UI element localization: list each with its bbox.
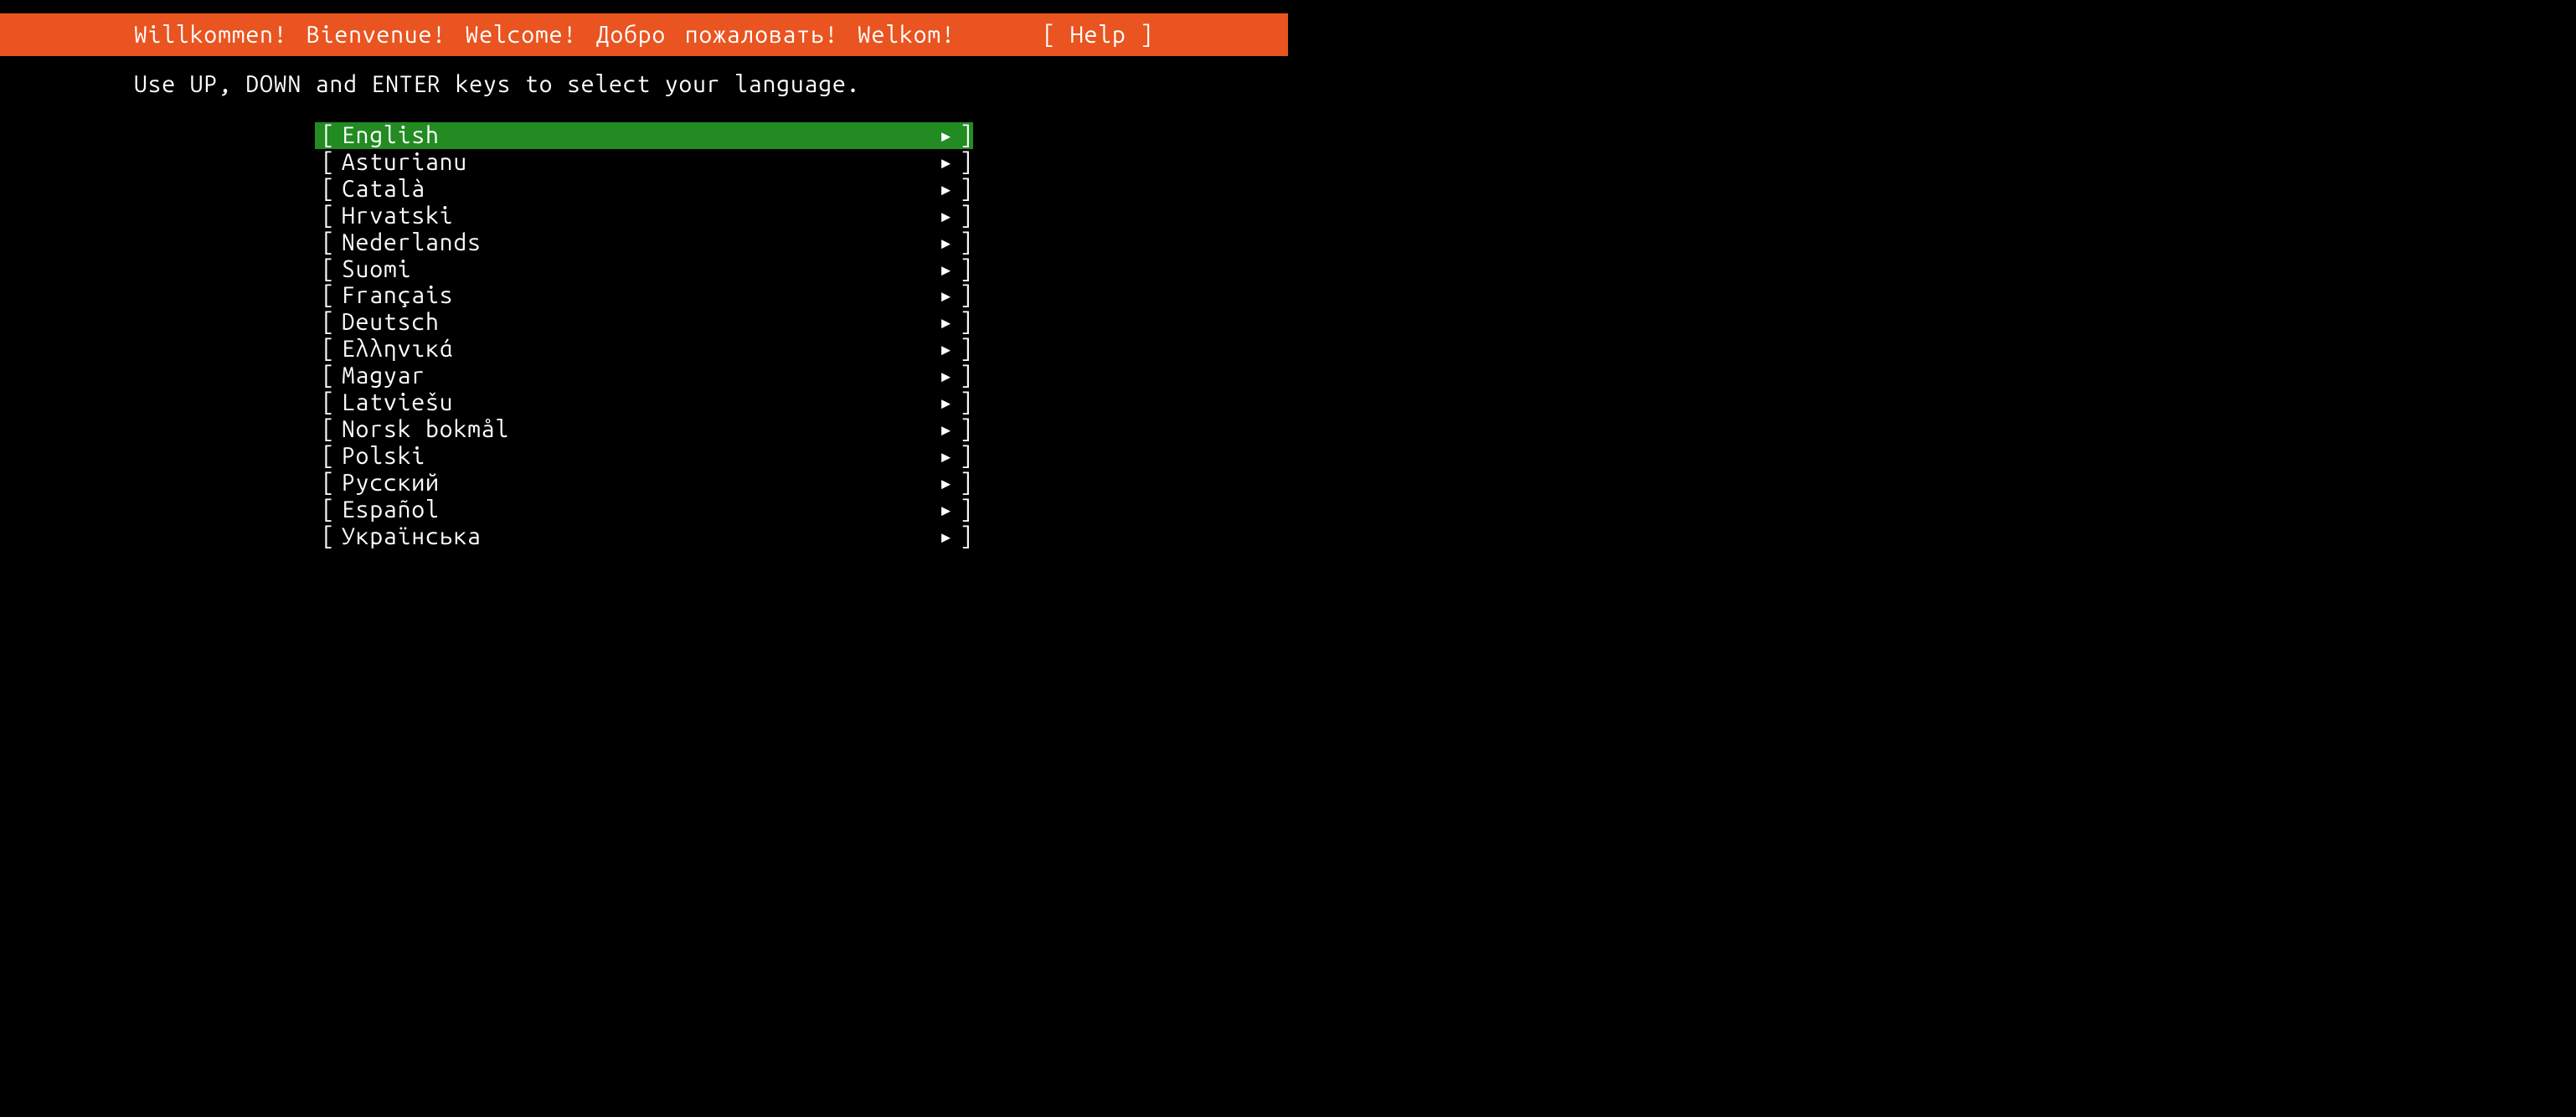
main-content: Use UP, DOWN and ENTER keys to select yo… <box>0 56 1288 550</box>
bracket-right: ] <box>960 497 973 523</box>
bracket-left: [ <box>315 470 342 497</box>
language-item[interactable]: [Русский▸] <box>315 470 973 497</box>
language-label: Norsk bokmål <box>342 416 933 443</box>
triangle-right-icon: ▸ <box>933 416 960 443</box>
language-label: Русский <box>342 470 933 497</box>
language-item[interactable]: [Español▸] <box>315 497 973 523</box>
bracket-right: ] <box>960 176 973 203</box>
help-button[interactable]: [ Help ] <box>1043 22 1288 48</box>
language-label: Català <box>342 176 933 203</box>
language-item[interactable]: [Asturianu▸] <box>315 149 973 176</box>
language-label: Українська <box>342 523 933 550</box>
bracket-right: ] <box>960 363 973 389</box>
page-title: Willkommen! Bienvenue! Welcome! Добро по… <box>0 22 956 48</box>
language-item[interactable]: [English▸] <box>315 122 973 149</box>
language-item[interactable]: [Nederlands▸] <box>315 229 973 256</box>
bracket-right: ] <box>960 470 973 497</box>
bracket-right: ] <box>960 256 973 283</box>
language-item[interactable]: [Magyar▸] <box>315 363 973 389</box>
language-label: Asturianu <box>342 149 933 176</box>
language-item[interactable]: [Hrvatski▸] <box>315 203 973 229</box>
triangle-right-icon: ▸ <box>933 336 960 363</box>
language-label: Hrvatski <box>342 203 933 229</box>
bracket-left: [ <box>315 416 342 443</box>
bracket-right: ] <box>960 523 973 550</box>
bracket-right: ] <box>960 416 973 443</box>
bracket-right: ] <box>960 149 973 176</box>
triangle-right-icon: ▸ <box>933 229 960 256</box>
language-label: Nederlands <box>342 229 933 256</box>
language-label: English <box>342 122 933 149</box>
bracket-right: ] <box>960 443 973 470</box>
bracket-right: ] <box>960 309 973 336</box>
language-label: Suomi <box>342 256 933 283</box>
language-item[interactable]: [Català▸] <box>315 176 973 203</box>
bracket-left: [ <box>315 149 342 176</box>
triangle-right-icon: ▸ <box>933 282 960 309</box>
triangle-right-icon: ▸ <box>933 443 960 470</box>
bracket-right: ] <box>960 122 973 149</box>
triangle-right-icon: ▸ <box>933 497 960 523</box>
bracket-left: [ <box>315 363 342 389</box>
bracket-left: [ <box>315 256 342 283</box>
bracket-right: ] <box>960 389 973 416</box>
bracket-right: ] <box>960 336 973 363</box>
triangle-right-icon: ▸ <box>933 256 960 283</box>
triangle-right-icon: ▸ <box>933 389 960 416</box>
bracket-left: [ <box>315 443 342 470</box>
language-label: Latviešu <box>342 389 933 416</box>
language-item[interactable]: [Norsk bokmål▸] <box>315 416 973 443</box>
triangle-right-icon: ▸ <box>933 523 960 550</box>
triangle-right-icon: ▸ <box>933 203 960 229</box>
language-label: Polski <box>342 443 933 470</box>
bracket-left: [ <box>315 309 342 336</box>
triangle-right-icon: ▸ <box>933 149 960 176</box>
bracket-left: [ <box>315 282 342 309</box>
header-bar: Willkommen! Bienvenue! Welcome! Добро по… <box>0 13 1288 56</box>
language-item[interactable]: [Latviešu▸] <box>315 389 973 416</box>
language-label: Français <box>342 282 933 309</box>
bracket-left: [ <box>315 203 342 229</box>
language-item[interactable]: [Français▸] <box>315 282 973 309</box>
language-label: Ελληνικά <box>342 336 933 363</box>
language-item[interactable]: [Polski▸] <box>315 443 973 470</box>
language-item[interactable]: [Deutsch▸] <box>315 309 973 336</box>
bracket-left: [ <box>315 229 342 256</box>
triangle-right-icon: ▸ <box>933 176 960 203</box>
triangle-right-icon: ▸ <box>933 363 960 389</box>
bracket-left: [ <box>315 497 342 523</box>
bracket-left: [ <box>315 176 342 203</box>
bracket-right: ] <box>960 203 973 229</box>
language-item[interactable]: [Suomi▸] <box>315 256 973 283</box>
triangle-right-icon: ▸ <box>933 309 960 336</box>
bracket-right: ] <box>960 229 973 256</box>
language-item[interactable]: [Ελληνικά▸] <box>315 336 973 363</box>
bracket-left: [ <box>315 523 342 550</box>
language-item[interactable]: [Українська▸] <box>315 523 973 550</box>
bracket-left: [ <box>315 336 342 363</box>
instruction-text: Use UP, DOWN and ENTER keys to select yo… <box>134 71 1288 97</box>
language-list: [English▸][Asturianu▸][Català▸][Hrvatski… <box>315 122 973 550</box>
bracket-left: [ <box>315 122 342 149</box>
triangle-right-icon: ▸ <box>933 122 960 149</box>
bracket-right: ] <box>960 282 973 309</box>
language-label: Deutsch <box>342 309 933 336</box>
language-label: Magyar <box>342 363 933 389</box>
bracket-left: [ <box>315 389 342 416</box>
triangle-right-icon: ▸ <box>933 470 960 497</box>
language-label: Español <box>342 497 933 523</box>
